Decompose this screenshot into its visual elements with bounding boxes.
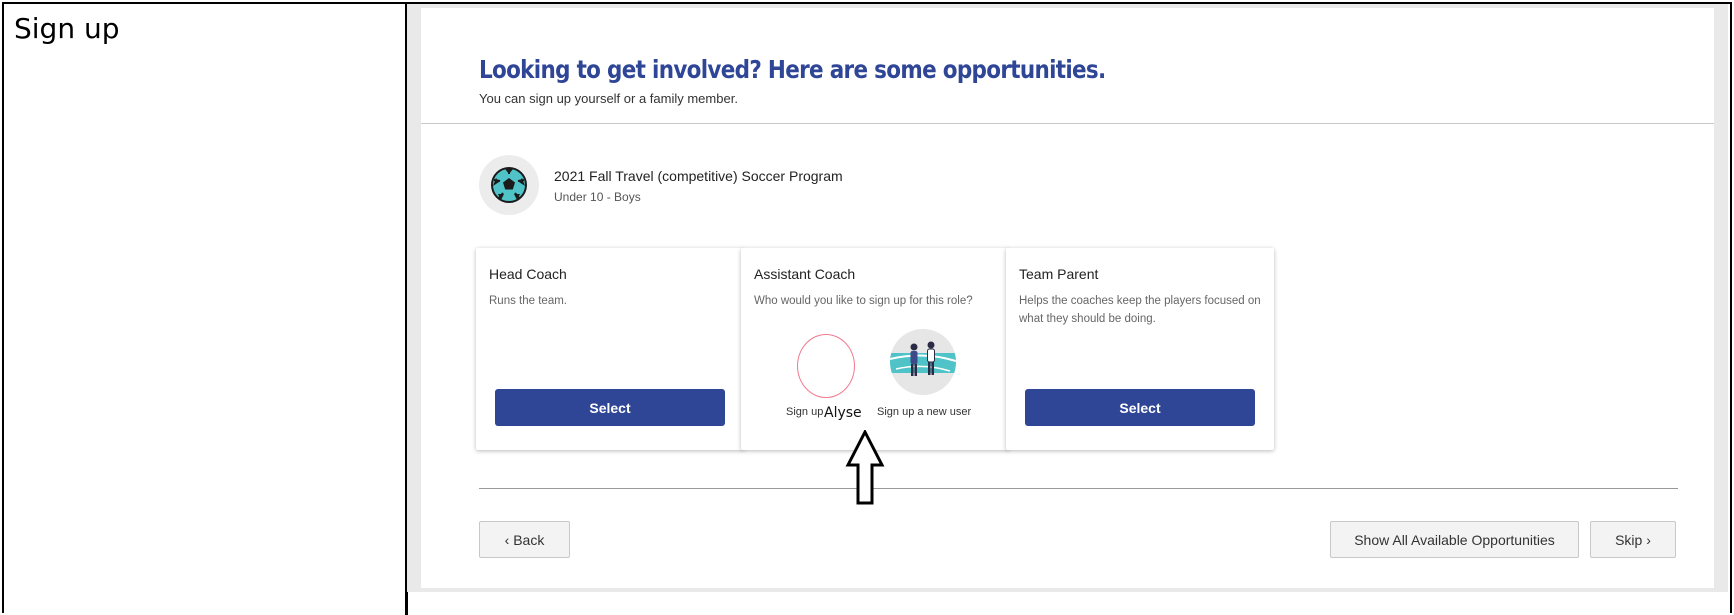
page-title: Looking to get involved? Here are some o… (479, 55, 1106, 84)
role-title: Assistant Coach (754, 266, 856, 282)
role-card-team-parent: Team Parent Helps the coaches keep the p… (1006, 248, 1274, 450)
screenshot-panel: Looking to get involved? Here are some o… (407, 4, 1728, 592)
show-all-opportunities-button[interactable]: Show All Available Opportunities (1330, 521, 1579, 558)
annotation-label-cell: Sign up (4, 4, 408, 615)
page-subtitle: You can sign up yourself or a family mem… (479, 91, 738, 106)
role-card-head-coach: Head Coach Runs the team. Select (476, 248, 744, 450)
role-card-assistant-coach: Assistant Coach Who would you like to si… (741, 248, 1009, 450)
sign-up-self-option[interactable] (797, 334, 855, 398)
role-description: Helps the coaches keep the players focus… (1019, 295, 1261, 325)
annotation-up-arrow-icon (845, 430, 885, 505)
select-head-coach-button[interactable]: Select (495, 389, 725, 426)
sign-up-new-user-option[interactable] (890, 329, 956, 395)
select-team-parent-button[interactable]: Select (1025, 389, 1255, 426)
soccer-ball-icon (479, 155, 539, 215)
role-description: Who would you like to sign up for this r… (754, 295, 973, 307)
header-divider (421, 123, 1714, 124)
sign-up-self-label: Sign up (786, 406, 824, 418)
program-subtitle: Under 10 - Boys (554, 190, 641, 204)
role-description: Runs the team. (489, 295, 567, 307)
back-button[interactable]: ‹ Back (479, 521, 570, 558)
sign-up-new-user-label: Sign up a new user (877, 406, 972, 418)
annotation-label: Sign up (14, 12, 120, 45)
role-title: Head Coach (489, 266, 567, 282)
role-title: Team Parent (1019, 266, 1099, 282)
annotated-user-name: Alyse (824, 405, 862, 421)
opportunities-page: Looking to get involved? Here are some o… (421, 8, 1714, 588)
new-user-illustration-icon (890, 341, 956, 376)
footer-divider (479, 488, 1678, 489)
program-title: 2021 Fall Travel (competitive) Soccer Pr… (554, 168, 843, 184)
skip-button[interactable]: Skip › (1590, 521, 1676, 558)
